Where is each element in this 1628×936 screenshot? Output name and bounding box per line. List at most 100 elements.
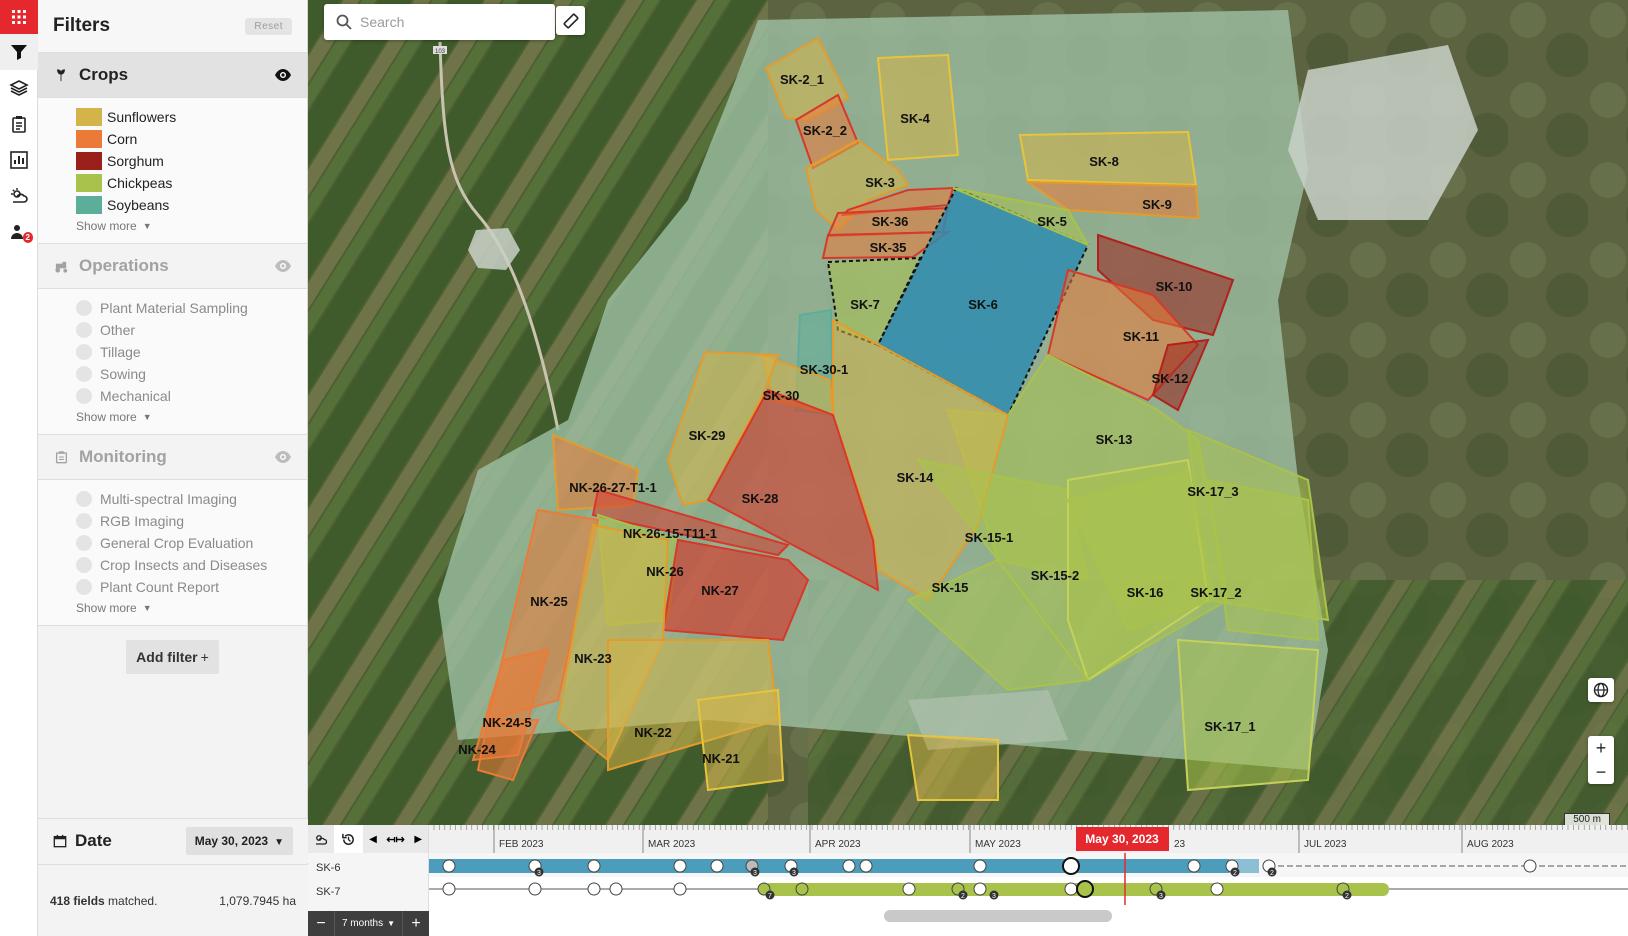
globe-icon[interactable] [1588, 678, 1614, 702]
reset-button[interactable]: Reset [245, 17, 292, 35]
field-label[interactable]: SK-14 [897, 470, 935, 485]
history-button[interactable] [333, 825, 364, 853]
field-label[interactable]: SK-5 [1037, 214, 1067, 229]
field-label[interactable]: NK-26-27-T1-1 [569, 480, 656, 495]
field-label[interactable]: SK-17_1 [1204, 719, 1255, 734]
operation-event-marker[interactable] [795, 882, 809, 896]
add-filter-button[interactable]: Add filter + [126, 640, 219, 674]
field-label[interactable]: SK-2_2 [803, 123, 847, 138]
field-label[interactable]: SK-28 [742, 491, 779, 506]
measure-tool-button[interactable] [556, 6, 585, 35]
rail-analytics-button[interactable] [0, 142, 38, 178]
field-label[interactable]: SK-7 [850, 297, 880, 312]
operation-option[interactable]: Mechanical [76, 385, 307, 407]
operation-event-marker[interactable] [1523, 859, 1537, 873]
operation-event-marker[interactable] [842, 859, 856, 873]
field-label[interactable]: NK-27 [701, 583, 739, 598]
zoom-out-button[interactable]: − [1588, 760, 1614, 784]
monitoring-option[interactable]: Plant Count Report [76, 576, 307, 598]
crops-section-header[interactable]: Crops [38, 52, 307, 98]
prev-button[interactable]: ◀ [363, 825, 383, 853]
sk6-season-bar[interactable] [429, 859, 1229, 873]
field-label[interactable]: SK-30-1 [800, 362, 848, 377]
zoom-range-select[interactable]: 7 months ▼ [334, 911, 403, 936]
field-label[interactable]: SK-17_2 [1190, 585, 1241, 600]
operation-option[interactable]: Sowing [76, 363, 307, 385]
operation-option[interactable]: Other [76, 319, 307, 341]
operation-option[interactable]: Plant Material Sampling [76, 297, 307, 319]
monitoring-section-header[interactable]: Monitoring [38, 434, 307, 480]
operations-show-more[interactable]: Show more ▼ [76, 410, 307, 424]
operation-event-marker[interactable] [442, 859, 456, 873]
zoom-in-timeline-button[interactable]: + [403, 911, 429, 936]
field-label[interactable]: NK-26 [646, 564, 684, 579]
field-label[interactable]: SK-13 [1096, 432, 1133, 447]
field-label[interactable]: SK-3 [865, 175, 895, 190]
field-label[interactable]: SK-9 [1142, 197, 1172, 212]
rail-layers-button[interactable] [0, 70, 38, 106]
next-button[interactable]: ▶ [408, 825, 428, 853]
operation-event-marker[interactable] [859, 859, 873, 873]
field-label[interactable]: NK-21 [702, 751, 740, 766]
rail-users-button[interactable]: 2 [0, 214, 38, 250]
operation-event-marker[interactable] [1064, 882, 1078, 896]
weather-toggle-button[interactable] [308, 825, 334, 853]
field-label[interactable]: NK-24 [458, 742, 496, 757]
field-label[interactable]: SK-17_3 [1187, 484, 1238, 499]
crop-item-sunflowers[interactable]: Sunflowers [76, 106, 307, 128]
map-search-box[interactable] [324, 4, 555, 40]
field-label[interactable]: SK-15-2 [1031, 568, 1079, 583]
basemap-control[interactable] [1588, 678, 1614, 702]
field-label[interactable]: SK-11 [1123, 329, 1159, 344]
crops-show-more[interactable]: Show more ▼ [76, 219, 307, 233]
operations-section-header[interactable]: Operations [38, 243, 307, 289]
field-label[interactable]: SK-16 [1127, 585, 1164, 600]
crop-item-soybeans[interactable]: Soybeans [76, 194, 307, 216]
field-label[interactable]: SK-30 [763, 388, 800, 403]
crop-item-chickpeas[interactable]: Chickpeas [76, 172, 307, 194]
operation-event-marker[interactable] [973, 859, 987, 873]
operation-event-marker[interactable] [710, 859, 724, 873]
rail-filters-button[interactable] [0, 34, 38, 70]
operation-event-marker[interactable] [1076, 880, 1094, 898]
field-label[interactable]: NK-25 [530, 594, 568, 609]
fit-range-button[interactable]: ↤↦ [383, 825, 409, 853]
field-label[interactable]: SK-15 [932, 580, 969, 595]
apps-grid-button[interactable] [0, 0, 38, 34]
field-label[interactable]: SK-8 [1089, 154, 1119, 169]
map-view[interactable]: 103 SK-2_1 SK-2_2 SK-4 SK-3 SK-8 SK-9 SK… [308, 0, 1628, 825]
monitoring-option[interactable]: General Crop Evaluation [76, 532, 307, 554]
field-label[interactable]: NK-22 [634, 725, 672, 740]
timeline-canvas[interactable]: FEB 2023 MAR 2023 APR 2023 MAY 2023 JUL … [429, 825, 1628, 936]
search-input[interactable] [360, 14, 540, 30]
zoom-out-timeline-button[interactable]: − [308, 911, 334, 936]
operation-event-marker[interactable] [973, 882, 987, 896]
operation-event-marker[interactable] [673, 859, 687, 873]
field-label[interactable]: SK-2_1 [780, 72, 824, 87]
operation-option[interactable]: Tillage [76, 341, 307, 363]
operation-event-marker[interactable] [673, 882, 687, 896]
field-label[interactable]: SK-35 [870, 240, 907, 255]
timeline-track-area[interactable]: FEB 2023 MAR 2023 APR 2023 MAY 2023 JUL … [429, 825, 1628, 936]
rail-weather-button[interactable] [0, 178, 38, 214]
operation-event-marker[interactable] [587, 882, 601, 896]
date-select[interactable]: May 30, 2023 ▼ [185, 827, 293, 855]
field-label[interactable]: SK-36 [872, 214, 909, 229]
operation-event-marker[interactable] [1062, 857, 1080, 875]
eye-icon[interactable] [274, 448, 292, 466]
crop-item-sorghum[interactable]: Sorghum [76, 150, 307, 172]
eye-icon[interactable] [274, 66, 292, 84]
monitoring-option[interactable]: RGB Imaging [76, 510, 307, 532]
monitoring-option[interactable]: Crop Insects and Diseases [76, 554, 307, 576]
map-canvas[interactable]: 103 SK-2_1 SK-2_2 SK-4 SK-3 SK-8 SK-9 SK… [308, 0, 1628, 825]
field-label[interactable]: SK-6 [968, 297, 998, 312]
operation-event-marker[interactable] [587, 859, 601, 873]
eye-icon[interactable] [274, 257, 292, 275]
timeline-scrollbar[interactable] [884, 910, 1112, 922]
rail-reports-button[interactable] [0, 106, 38, 142]
operation-event-marker[interactable] [1187, 859, 1201, 873]
field-label[interactable]: NK-26-15-T11-1 [623, 526, 717, 541]
field-label[interactable]: SK-15-1 [965, 530, 1013, 545]
field-label[interactable]: SK-12 [1152, 371, 1189, 386]
field-label[interactable]: SK-10 [1156, 279, 1193, 294]
